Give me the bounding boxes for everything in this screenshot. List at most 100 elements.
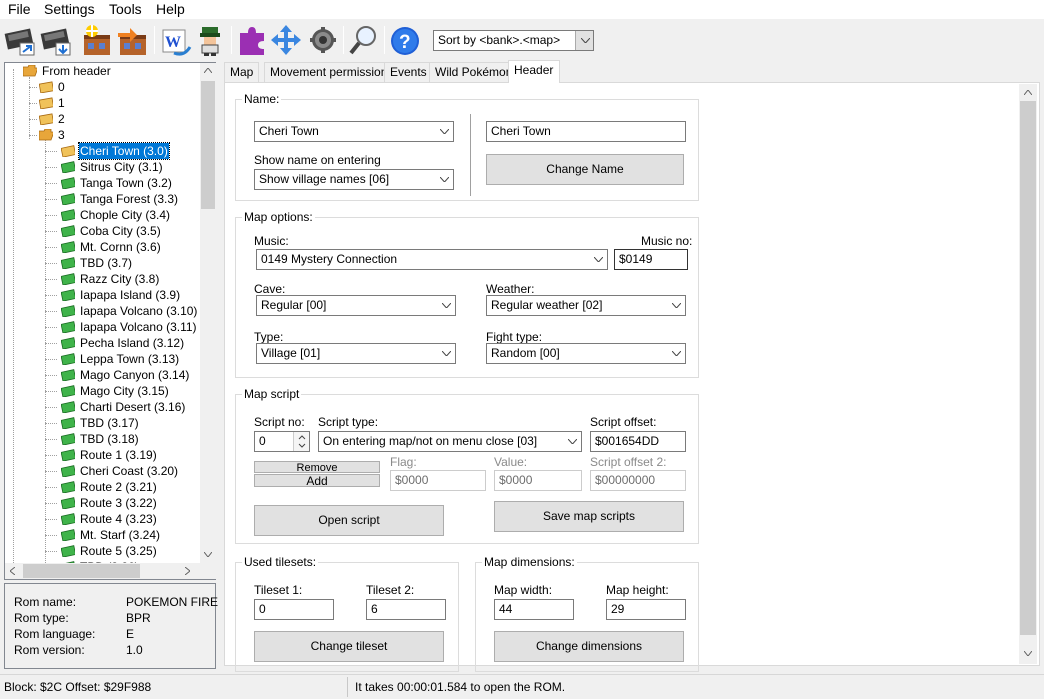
chevron-up-icon[interactable]	[204, 68, 212, 73]
show-name-combo[interactable]: Show village names [06]	[254, 169, 454, 190]
chevron-right-icon[interactable]	[185, 567, 190, 575]
folder-icon	[39, 113, 53, 125]
map-icon	[61, 273, 75, 285]
fight-type-combo[interactable]: Random [00]	[486, 343, 686, 364]
tab-movement-permissions[interactable]: Movement permissions	[264, 62, 400, 82]
cave-combo[interactable]: Regular [00]	[256, 295, 456, 316]
map-icon	[61, 225, 75, 237]
tree-vscroll-thumb[interactable]	[201, 81, 215, 209]
map-icon	[61, 449, 75, 461]
map-icon	[61, 161, 75, 173]
script-type-combo[interactable]: On entering map/not on menu close [03]	[318, 431, 582, 452]
map-width-field[interactable]: 44	[494, 599, 574, 620]
tab-map[interactable]: Map	[224, 62, 260, 82]
weather-combo[interactable]: Regular weather [02]	[486, 295, 686, 316]
weather-label: Weather:	[486, 282, 535, 296]
map-icon	[61, 529, 75, 541]
map-icon	[61, 353, 75, 365]
value-label: Value:	[494, 455, 528, 469]
tab-header[interactable]: Header	[508, 60, 560, 83]
save-map-scripts-button[interactable]: Save map scripts	[494, 501, 684, 532]
wordpad-icon[interactable]: W	[160, 23, 192, 57]
menu-tools[interactable]: Tools	[109, 1, 142, 18]
rom-language-label: Rom language:	[14, 627, 96, 641]
music-no-field[interactable]: $0149	[614, 249, 688, 270]
chevron-down-icon	[575, 31, 593, 50]
map-dimensions-group: Map dimensions: Map width: 44 Map height…	[475, 555, 699, 672]
tree-hscroll-thumb[interactable]	[23, 564, 140, 578]
move-arrows-icon[interactable]	[270, 23, 302, 57]
map-icon	[61, 369, 75, 381]
header-tab-page: Name: Cheri Town Show name on entering S…	[224, 82, 1040, 672]
map-name-combo[interactable]: Cheri Town	[254, 121, 454, 142]
save-rom-icon[interactable]	[40, 23, 72, 57]
search-icon[interactable]	[347, 23, 379, 57]
map-icon	[61, 417, 75, 429]
toolbar: W ? Sort by <bank>.<map>	[0, 20, 1044, 61]
chevron-down-icon	[667, 296, 685, 315]
chevron-down-icon[interactable]	[1024, 651, 1032, 656]
menu-file[interactable]: File	[8, 1, 31, 18]
cave-label: Cave:	[254, 282, 286, 296]
open-script-button[interactable]: Open script	[254, 505, 444, 536]
change-dimensions-button[interactable]: Change dimensions	[494, 631, 684, 662]
map-icon	[61, 241, 75, 253]
map-icon	[61, 145, 75, 157]
menu-help[interactable]: Help	[156, 1, 185, 18]
tab-events[interactable]: Events	[384, 62, 433, 82]
rom-version-label: Rom version:	[14, 643, 85, 657]
map-name-field[interactable]: Cheri Town	[486, 121, 686, 142]
script-offset-field[interactable]: $001654DD	[590, 431, 686, 452]
folder-icon	[39, 97, 53, 109]
flag-field[interactable]: $0000	[390, 470, 486, 491]
rom-language-value: E	[126, 627, 135, 641]
chevron-left-icon[interactable]	[10, 567, 15, 575]
puzzle-icon[interactable]	[236, 23, 268, 57]
export-map-icon[interactable]	[116, 23, 148, 57]
map-height-field[interactable]: 29	[606, 599, 686, 620]
map-tree[interactable]: From header 0123 Cheri Town (3.0) Sitrus …	[4, 62, 216, 580]
tileset2-field[interactable]: 6	[366, 599, 446, 620]
map-icon	[61, 465, 75, 477]
add-button[interactable]: Add	[254, 474, 380, 487]
import-map-icon[interactable]	[80, 23, 112, 57]
tree-vscroll[interactable]	[200, 63, 216, 563]
rom-name-label: Rom name:	[14, 595, 77, 609]
tileset1-label: Tileset 1:	[254, 583, 303, 597]
tilesets-group: Used tilesets: Tileset 1: 0 Tileset 2: 6…	[235, 555, 459, 672]
rom-type-value: BPR	[126, 611, 151, 625]
sort-combo[interactable]: Sort by <bank>.<map>	[433, 30, 594, 51]
map-icon	[61, 321, 75, 333]
change-name-button[interactable]: Change Name	[486, 154, 684, 185]
type-combo[interactable]: Village [01]	[256, 343, 456, 364]
chevron-up-icon[interactable]	[1024, 90, 1032, 95]
script-offset2-label: Script offset 2:	[590, 455, 667, 469]
map-script-group: Map script Script no: 0 Script type: On …	[235, 387, 699, 544]
header-vscroll-thumb[interactable]	[1020, 101, 1036, 635]
rom-version-value: 1.0	[126, 643, 143, 657]
tree-hscroll[interactable]	[5, 563, 200, 579]
script-no-stepper[interactable]: 0	[254, 431, 310, 452]
chevron-down-icon	[435, 170, 453, 189]
chevron-down-icon[interactable]	[204, 552, 212, 557]
remove-button[interactable]: Remove	[254, 461, 380, 473]
header-vscroll[interactable]	[1019, 84, 1037, 664]
gear-icon[interactable]	[306, 23, 338, 57]
change-tileset-button[interactable]: Change tileset	[254, 631, 444, 662]
chevron-down-icon	[563, 432, 581, 451]
tab-wild-pokemon[interactable]: Wild Pokémon	[429, 62, 519, 82]
menu-bar: File Settings Tools Help	[0, 0, 1044, 20]
value-field[interactable]: $0000	[494, 470, 582, 491]
help-icon[interactable]: ?	[389, 23, 421, 57]
rom-name-value: POKEMON FIRE	[126, 595, 219, 609]
tileset1-field[interactable]: 0	[254, 599, 334, 620]
map-icon	[61, 385, 75, 397]
music-combo[interactable]: 0149 Mystery Connection	[256, 249, 608, 270]
open-rom-icon[interactable]	[4, 23, 36, 57]
script-offset2-field[interactable]: $00000000	[590, 470, 686, 491]
chevron-down-icon	[437, 344, 455, 363]
trainer-icon[interactable]	[194, 23, 226, 57]
menu-settings[interactable]: Settings	[44, 1, 95, 18]
stepper-arrows-icon[interactable]	[293, 432, 309, 451]
map-icon	[61, 545, 75, 557]
